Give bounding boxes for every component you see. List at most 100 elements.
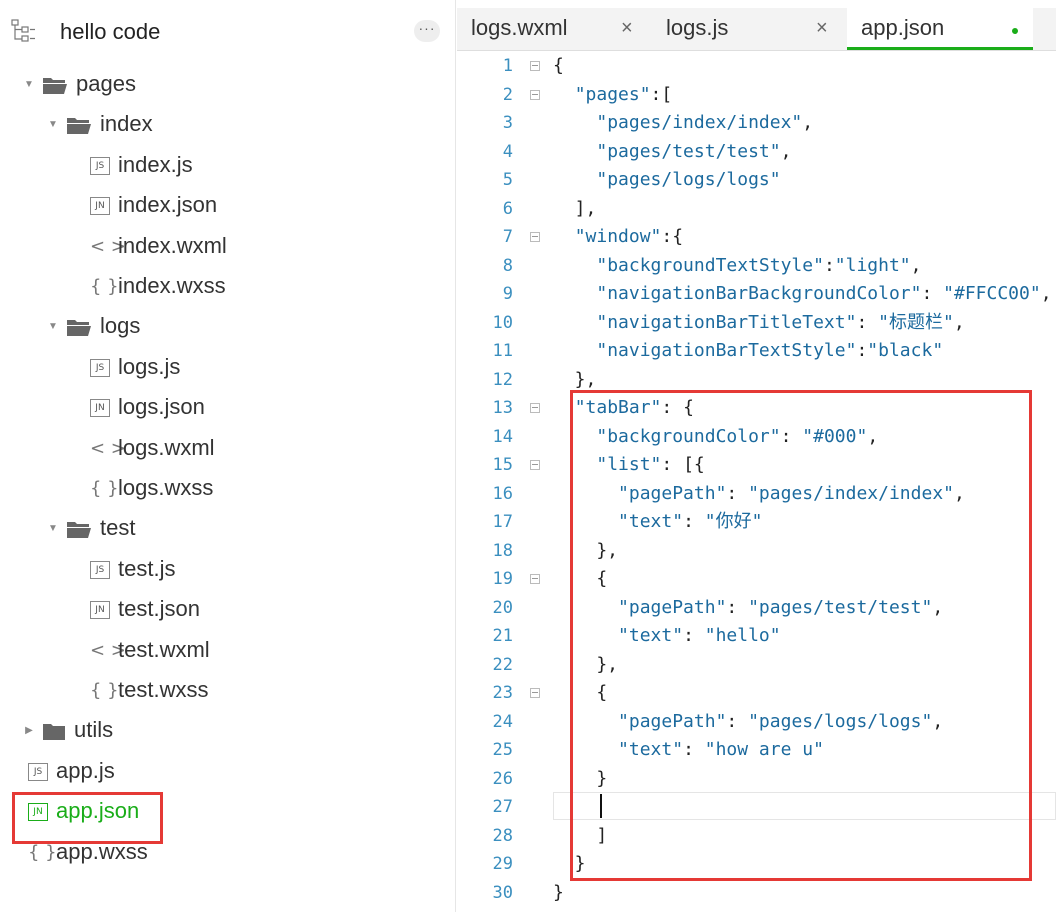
- line-number: 1: [502, 56, 513, 76]
- selection-highlight-box: [12, 792, 163, 844]
- line-number: 13: [492, 398, 513, 418]
- line-number: 3: [502, 113, 513, 133]
- chevron-down-icon[interactable]: ▼: [46, 107, 60, 143]
- tree-item-label: test: [100, 515, 136, 540]
- code-text: "navigationBarTextStyle":"black": [596, 340, 944, 361]
- code-text: "pages/logs/logs": [596, 169, 781, 190]
- json-file-icon: JN: [90, 601, 110, 620]
- js-file-icon: JS: [90, 359, 110, 378]
- code-text: "pages":[: [574, 84, 673, 105]
- fold-toggle-icon[interactable]: [530, 232, 540, 242]
- code-line: 9 "navigationBarBackgroundColor": "#FFCC…: [457, 280, 1056, 308]
- tab-label: logs.wxml: [471, 15, 568, 40]
- code-editor[interactable]: 1{2 "pages":[3 "pages/index/index", 4 "pa…: [457, 51, 1056, 912]
- fold-toggle-icon[interactable]: [530, 688, 540, 698]
- folder-icon: [42, 721, 66, 741]
- line-number: 8: [502, 256, 513, 276]
- line-number: 27: [492, 797, 513, 817]
- tree-item-logs-wxss[interactable]: { }logs.wxss: [90, 470, 213, 506]
- tab-app-json[interactable]: app.json: [847, 8, 1033, 50]
- code-text: "window":{: [574, 226, 684, 247]
- folder-icon: [66, 115, 92, 135]
- line-number: 10: [492, 313, 513, 333]
- line-number: 11: [492, 341, 513, 361]
- line-number: 18: [492, 541, 513, 561]
- line-number: 30: [492, 883, 513, 903]
- tab-label: logs.js: [666, 15, 729, 40]
- chevron-down-icon[interactable]: ▼: [22, 67, 36, 103]
- line-number: 24: [492, 712, 513, 732]
- code-line: 10 "navigationBarTitleText": "标题栏",: [457, 309, 1056, 337]
- js-file-icon: JS: [90, 561, 110, 580]
- code-text: ],: [553, 198, 597, 219]
- tree-item-test-wxml[interactable]: < >test.wxml: [90, 632, 210, 668]
- code-text: "navigationBarTitleText": "标题栏",: [596, 312, 965, 333]
- fold-toggle-icon[interactable]: [530, 574, 540, 584]
- tree-item-label: test.js: [118, 556, 176, 581]
- folder-icon: [66, 317, 92, 337]
- tree-item-label: index.json: [118, 192, 218, 217]
- tree-item-label: logs.wxss: [118, 475, 214, 500]
- tree-item-utils[interactable]: ▶ utils: [22, 712, 113, 748]
- line-number: 25: [492, 740, 513, 760]
- chevron-right-icon[interactable]: ▶: [22, 713, 36, 749]
- tree-item-label: utils: [74, 717, 114, 742]
- code-text: }: [553, 882, 564, 903]
- tree-item-logs-json[interactable]: JN logs.json: [90, 389, 205, 425]
- line-number: 7: [502, 227, 513, 247]
- folder-icon: [42, 75, 68, 95]
- tree-item-index-wxss[interactable]: { }index.wxss: [90, 268, 226, 304]
- fold-toggle-icon[interactable]: [530, 90, 540, 100]
- tree-item-test-json[interactable]: JN test.json: [90, 591, 200, 627]
- fold-toggle-icon[interactable]: [530, 61, 540, 71]
- code-text: {: [553, 55, 564, 76]
- fold-toggle-icon[interactable]: [530, 460, 540, 470]
- line-number: 14: [492, 427, 513, 447]
- tree-item-label: index.js: [118, 152, 193, 177]
- code-line: 4 "pages/test/test",: [457, 138, 1056, 166]
- line-number: 17: [492, 512, 513, 532]
- line-number: 9: [502, 284, 513, 304]
- tree-item-label: logs: [100, 313, 141, 338]
- tree-item-logs-js[interactable]: JS logs.js: [90, 349, 180, 385]
- tree-item-logs[interactable]: ▼ logs: [46, 308, 140, 344]
- tree-item-test-js[interactable]: JS test.js: [90, 551, 175, 587]
- tree-item-test-wxss[interactable]: { }test.wxss: [90, 672, 208, 708]
- tree-item-label: pages: [76, 71, 136, 96]
- code-line: 7 "window":{: [457, 223, 1056, 251]
- line-number: 28: [492, 826, 513, 846]
- line-number: 21: [492, 626, 513, 646]
- code-line: 3 "pages/index/index",: [457, 109, 1056, 137]
- wxml-file-icon: < >: [90, 236, 126, 258]
- close-icon[interactable]: ×: [816, 8, 828, 48]
- js-file-icon: JS: [90, 157, 110, 176]
- tree-item-label: index.wxss: [118, 273, 226, 298]
- json-file-icon: JN: [90, 399, 110, 418]
- code-text: "pages/index/index",: [596, 112, 814, 133]
- tree-item-index[interactable]: ▼ index: [46, 106, 153, 142]
- line-number: 20: [492, 598, 513, 618]
- code-line: 8 "backgroundTextStyle":"light",: [457, 252, 1056, 280]
- line-number: 19: [492, 569, 513, 589]
- tree-item-app-js[interactable]: JS app.js: [28, 753, 115, 789]
- tree-item-test[interactable]: ▼ test: [46, 510, 135, 546]
- tree-item-index-js[interactable]: JS index.js: [90, 147, 193, 183]
- tab-logs-js[interactable]: logs.js ×: [666, 8, 846, 50]
- close-icon[interactable]: ×: [621, 8, 633, 48]
- tree-item-index-json[interactable]: JN index.json: [90, 187, 217, 223]
- wxss-file-icon: { }: [90, 680, 119, 702]
- fold-toggle-icon[interactable]: [530, 403, 540, 413]
- chevron-down-icon[interactable]: ▼: [46, 511, 60, 547]
- line-number: 15: [492, 455, 513, 475]
- more-options-button[interactable]: ···: [414, 20, 440, 42]
- tree-item-label: test.json: [118, 596, 200, 621]
- tree-item-label: test.wxss: [118, 677, 209, 702]
- tab-logs-wxml[interactable]: logs.wxml ×: [471, 8, 661, 50]
- tree-toggle-icon[interactable]: [10, 18, 36, 44]
- chevron-down-icon[interactable]: ▼: [46, 309, 60, 345]
- tree-item-index-wxml[interactable]: < >index.wxml: [90, 228, 227, 264]
- tree-item-logs-wxml[interactable]: < >logs.wxml: [90, 430, 215, 466]
- folder-icon: [66, 519, 92, 539]
- tree-item-pages[interactable]: ▼ pages: [22, 66, 136, 102]
- line-number: 2: [502, 85, 513, 105]
